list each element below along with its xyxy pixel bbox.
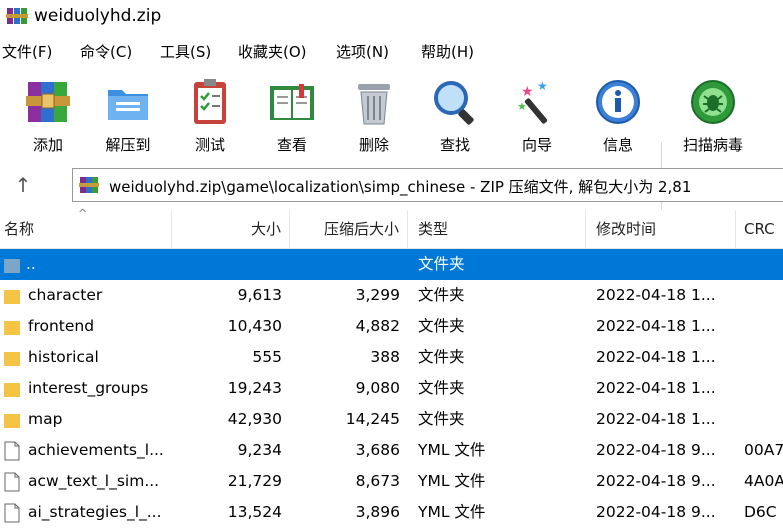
column-modified[interactable]: 修改时间 <box>586 210 736 248</box>
file-icon <box>4 472 20 492</box>
wizard-button[interactable]: ★ ★ ★ 向导 <box>500 76 574 155</box>
list-item[interactable]: ai_strategies_l_... 13,524 3,896 YML 文件 … <box>0 497 783 528</box>
folder-icon <box>4 383 20 397</box>
file-icon <box>4 441 20 461</box>
view-button[interactable]: 查看 <box>255 76 329 155</box>
find-button[interactable]: 查找 <box>418 76 492 155</box>
list-item[interactable]: achievements_l... 9,234 3,686 YML 文件 202… <box>0 435 783 466</box>
title-bar: weiduolyhd.zip <box>0 0 783 34</box>
menu-help[interactable]: 帮助(H) <box>421 41 474 62</box>
column-packed[interactable]: 压缩后大小 <box>290 210 408 248</box>
column-type[interactable]: 类型 <box>408 210 586 248</box>
address-path: weiduolyhd.zip\game\localization\simp_ch… <box>109 178 692 196</box>
address-bar[interactable]: weiduolyhd.zip\game\localization\simp_ch… <box>72 168 783 202</box>
wizard-wand-icon: ★ ★ ★ <box>517 79 548 124</box>
list-item[interactable]: character 9,613 3,299 文件夹 2022-04-18 1..… <box>0 280 783 311</box>
list-item[interactable]: frontend 10,430 4,882 文件夹 2022-04-18 1..… <box>0 311 783 342</box>
winrar-app-icon <box>6 8 28 24</box>
find-label: 查找 <box>439 136 470 154</box>
view-label: 查看 <box>276 136 307 154</box>
menu-commands[interactable]: 命令(C) <box>80 41 132 62</box>
folder-icon <box>4 414 20 428</box>
add-archive-icon <box>26 82 70 122</box>
info-button[interactable]: 信息 <box>581 76 655 155</box>
svg-text:★: ★ <box>521 84 534 100</box>
menu-tools[interactable]: 工具(S) <box>160 41 211 62</box>
menu-file[interactable]: 文件(F) <box>2 41 52 62</box>
add-button[interactable]: 添加 <box>11 76 85 155</box>
menu-options[interactable]: 选项(N) <box>336 41 389 62</box>
trash-icon <box>358 84 390 125</box>
up-arrow-icon[interactable]: ↑ <box>10 172 36 198</box>
virus-scan-button[interactable]: 扫描病毒 <box>676 76 750 155</box>
info-icon <box>596 80 640 124</box>
file-icon <box>4 503 20 523</box>
magnifier-icon <box>434 81 474 125</box>
address-row: ↑ weiduolyhd.zip\game\localization\simp_… <box>0 166 783 204</box>
parent-folder-icon <box>4 259 20 273</box>
virus-scan-label: 扫描病毒 <box>682 136 743 154</box>
column-header: ^ 名称 大小 压缩后大小 类型 修改时间 CRC <box>0 208 783 249</box>
svg-text:★: ★ <box>517 100 527 113</box>
list-item[interactable]: acw_text_l_sim... 21,729 8,673 YML 文件 20… <box>0 466 783 497</box>
column-name[interactable]: 名称 <box>0 210 172 248</box>
folder-icon <box>4 352 20 366</box>
wizard-label: 向导 <box>521 136 552 154</box>
delete-label: 删除 <box>358 136 389 154</box>
extract-to-button[interactable]: 解压到 <box>91 76 165 155</box>
list-item[interactable]: map 42,930 14,245 文件夹 2022-04-18 1... <box>0 404 783 435</box>
folder-icon <box>4 321 20 335</box>
list-item[interactable]: .. 文件夹 <box>0 249 783 280</box>
extract-folder-icon <box>108 90 148 120</box>
menu-favorites[interactable]: 收藏夹(O) <box>238 41 307 62</box>
folder-icon <box>4 290 20 304</box>
view-book-icon <box>270 84 314 120</box>
test-button[interactable]: 测试 <box>173 76 247 155</box>
virus-scan-icon <box>691 80 735 124</box>
list-item[interactable]: historical 555 388 文件夹 2022-04-18 1... <box>0 342 783 373</box>
column-crc[interactable]: CRC <box>736 210 783 248</box>
delete-button[interactable]: 删除 <box>337 76 411 155</box>
test-clipboard-icon <box>194 79 226 124</box>
test-label: 测试 <box>194 136 225 154</box>
column-size[interactable]: 大小 <box>172 210 290 248</box>
list-item[interactable]: interest_groups 19,243 9,080 文件夹 2022-04… <box>0 373 783 404</box>
toolbar: 添加 解压到 测试 查看 删除 查找 ★ ★ ★ 向导 信息 扫描病毒 <box>0 66 783 218</box>
window-title: weiduolyhd.zip <box>34 6 162 26</box>
info-label: 信息 <box>602 136 633 154</box>
svg-text:★: ★ <box>537 79 548 93</box>
extract-to-label: 解压到 <box>105 136 151 154</box>
menu-bar: 文件(F) 命令(C) 工具(S) 收藏夹(O) 选项(N) 帮助(H) <box>0 38 783 64</box>
add-label: 添加 <box>32 136 63 154</box>
archive-icon <box>79 177 99 193</box>
